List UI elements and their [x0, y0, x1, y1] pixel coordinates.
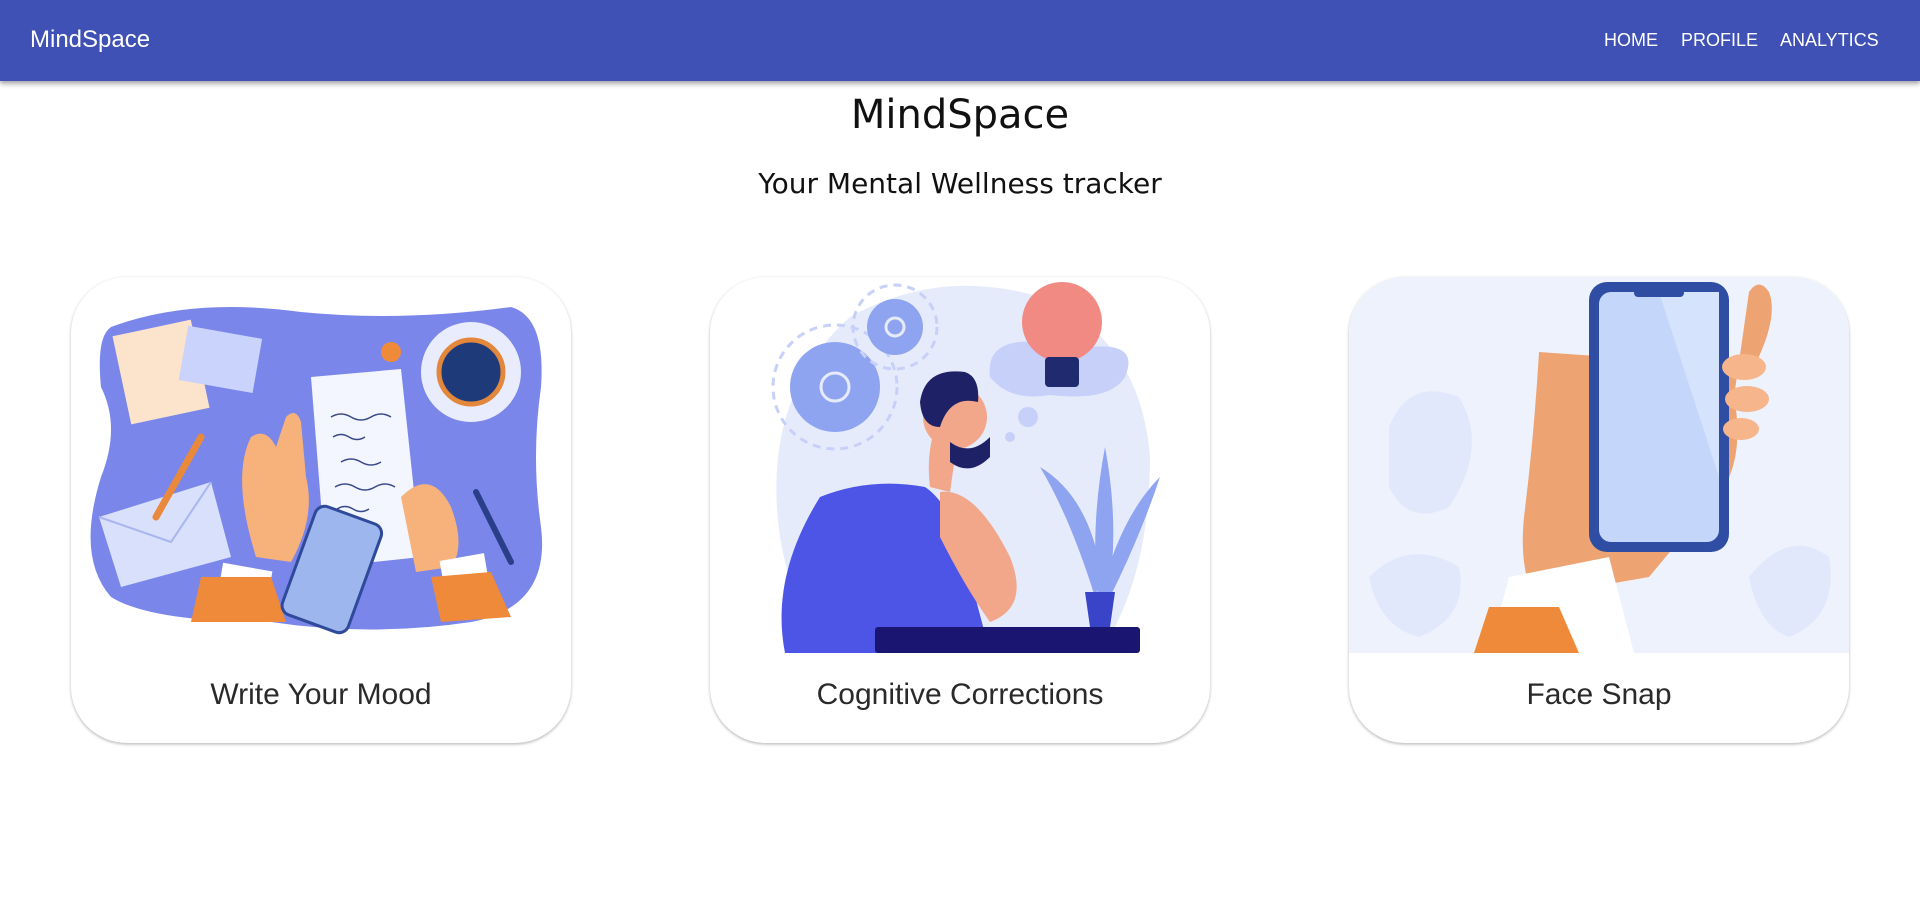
card-cognitive-corrections[interactable]: Cognitive Corrections — [710, 277, 1210, 743]
nav-home-link[interactable]: HOME — [1604, 28, 1658, 52]
page-subtitle: Your Mental Wellness tracker — [758, 167, 1162, 200]
top-navbar: MindSpace HOME PROFILE ANALYTICS — [0, 0, 1920, 81]
hand-holding-phone-illustration — [1349, 277, 1849, 653]
nav-analytics-link[interactable]: ANALYTICS — [1780, 28, 1879, 52]
thinking-person-illustration — [710, 277, 1210, 653]
card-label: Face Snap — [1526, 678, 1672, 711]
card-label: Write Your Mood — [210, 678, 432, 711]
journaling-desk-illustration — [71, 277, 571, 653]
card-label: Cognitive Corrections — [816, 678, 1104, 711]
card-write-your-mood[interactable]: Write Your Mood — [71, 277, 571, 743]
brand-logo[interactable]: MindSpace — [30, 24, 150, 56]
page-title: MindSpace — [850, 92, 1070, 138]
nav-profile-link[interactable]: PROFILE — [1681, 28, 1758, 52]
card-face-snap[interactable]: Face Snap — [1349, 277, 1849, 743]
